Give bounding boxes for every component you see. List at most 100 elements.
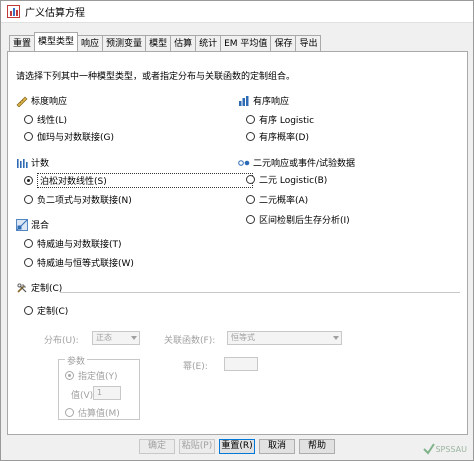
parameter-group-title: 参数: [65, 354, 88, 367]
mixture-icon: [16, 218, 28, 231]
count-bars-icon: [17, 158, 28, 168]
radio-custom-dot[interactable]: [24, 306, 33, 315]
binary-dots-icon: [238, 159, 250, 166]
radio-custom[interactable]: 定制(C): [24, 304, 68, 317]
tab-statistics[interactable]: 统计: [195, 35, 222, 51]
radio-ordinal-logistic[interactable]: 有序 Logistic: [246, 113, 314, 126]
radio-binary-logistic-dot[interactable]: [246, 175, 255, 184]
radio-tweedie-identity-label: 特威迪与恒等式联接(W): [37, 259, 134, 269]
ordinal-response-label: 有序响应: [253, 97, 290, 107]
radio-tweedie-identity[interactable]: 特威迪与恒等式联接(W): [24, 256, 134, 269]
radio-gamma-log-label: 伽玛与对数联接(G): [37, 133, 114, 143]
radio-ordinal-probit-dot[interactable]: [246, 132, 255, 141]
radio-custom-label: 定制(C): [37, 307, 69, 317]
link-function-value: 恒等式: [231, 333, 255, 342]
scale-response-heading: 标度响应: [16, 94, 67, 107]
distribution-select[interactable]: 正态: [92, 331, 140, 345]
radio-gamma-log[interactable]: 伽玛与对数联接(G): [24, 130, 114, 143]
radio-interval-censored[interactable]: 区间检剔后生存分析(I): [246, 213, 350, 226]
radio-linear-dot[interactable]: [24, 115, 33, 124]
radio-negbinomial-log-label: 负二项式与对数联接(N): [37, 196, 132, 206]
binary-label: 二元响应或事件/试验数据: [253, 159, 356, 169]
tab-model[interactable]: 模型: [145, 35, 172, 51]
ruler-icon: [16, 96, 28, 107]
watermark-text: SPSSAU: [435, 444, 467, 454]
button-bar: 确定 粘贴(P) 重置(R) 取消 帮助: [1, 439, 474, 455]
help-button[interactable]: 帮助: [299, 439, 335, 454]
radio-poisson-loglinear-dot[interactable]: [24, 176, 33, 185]
parameter-group: 参数 指定值(Y) 值(V): 1 估算值(M): [58, 354, 140, 420]
tab-save[interactable]: 保存: [270, 35, 297, 51]
instruction-text: 请选择下列其中一种模型类型，或者指定分布与关联函数的定制组合。: [16, 72, 296, 82]
radio-binary-probit-dot[interactable]: [246, 195, 255, 204]
bar-chart-icon: [239, 95, 249, 106]
window-title: 广义估算方程: [25, 8, 85, 19]
ordinal-response-heading: 有序响应: [238, 94, 289, 107]
radio-binary-probit-label: 二元概率(A): [259, 196, 309, 206]
custom-label: 定制(C): [31, 284, 63, 294]
radio-estimate-value[interactable]: 估算值(M): [65, 406, 120, 419]
radio-negbinomial-log-dot[interactable]: [24, 195, 33, 204]
reset-button[interactable]: 重置(R): [219, 439, 255, 454]
radio-ordinal-logistic-dot[interactable]: [246, 115, 255, 124]
tab-reset[interactable]: 重置: [9, 35, 36, 51]
counts-heading: 计数: [16, 156, 49, 169]
mixture-label: 混合: [31, 221, 50, 231]
tab-response[interactable]: 响应: [77, 35, 104, 51]
custom-divider: [60, 292, 460, 293]
tab-em-means[interactable]: EM 平均值: [220, 35, 272, 51]
tab-export[interactable]: 导出: [295, 35, 322, 51]
custom-heading: 定制(C): [16, 281, 62, 294]
radio-binary-logistic-label: 二元 Logistic(B): [259, 176, 328, 186]
link-function-select[interactable]: 恒等式: [227, 331, 342, 345]
radio-ordinal-probit-label: 有序概率(D): [259, 133, 309, 143]
tab-strip: 重置 模型类型 响应 预测变量 模型 估算 统计 EM 平均值 保存 导出: [9, 32, 322, 51]
paste-button[interactable]: 粘贴(P): [179, 439, 215, 454]
tab-predictors[interactable]: 预测变量: [102, 35, 147, 51]
radio-specify-value-dot[interactable]: [65, 371, 74, 380]
distribution-label: 分布(U):: [44, 336, 79, 346]
radio-specify-value-label: 指定值(Y): [78, 372, 118, 382]
radio-linear-label: 线性(L): [37, 116, 68, 126]
radio-ordinal-probit[interactable]: 有序概率(D): [246, 130, 309, 143]
radio-ordinal-logistic-label: 有序 Logistic: [259, 116, 315, 126]
tools-icon: [17, 282, 27, 293]
tab-estimation[interactable]: 估算: [170, 35, 197, 51]
counts-label: 计数: [31, 159, 50, 169]
checkmark-logo-icon: [423, 443, 436, 455]
tab-model-type[interactable]: 模型类型: [34, 32, 79, 51]
title-bar: 广义估算方程: [1, 1, 473, 23]
distribution-value: 正态: [96, 333, 112, 342]
watermark: SPSSAU: [423, 443, 467, 455]
radio-linear[interactable]: 线性(L): [24, 113, 67, 126]
scale-response-label: 标度响应: [31, 97, 68, 107]
model-type-panel: 请选择下列其中一种模型类型，或者指定分布与关联函数的定制组合。 标度响应 线性(…: [7, 51, 468, 435]
ok-button[interactable]: 确定: [139, 439, 175, 454]
radio-negbinomial-log[interactable]: 负二项式与对数联接(N): [24, 193, 132, 206]
radio-binary-logistic[interactable]: 二元 Logistic(B): [246, 173, 327, 186]
radio-tweedie-log[interactable]: 特威迪与对数联接(T): [24, 237, 122, 250]
link-function-label: 关联函数(F):: [164, 336, 216, 346]
radio-poisson-loglinear-label: 泊松对数线性(S): [37, 173, 253, 188]
chevron-down-icon: [131, 336, 137, 340]
chevron-down-icon: [333, 336, 339, 340]
radio-tweedie-log-dot[interactable]: [24, 239, 33, 248]
mixture-heading: 混合: [16, 218, 49, 231]
value-input[interactable]: 1: [93, 386, 121, 400]
radio-interval-censored-label: 区间检剔后生存分析(I): [259, 216, 350, 226]
radio-interval-censored-dot[interactable]: [246, 215, 255, 224]
radio-estimate-value-dot[interactable]: [65, 408, 74, 417]
radio-binary-probit[interactable]: 二元概率(A): [246, 193, 308, 206]
binary-heading: 二元响应或事件/试验数据: [238, 156, 355, 169]
power-label: 幂(E):: [183, 362, 208, 372]
cancel-button[interactable]: 取消: [259, 439, 295, 454]
radio-estimate-value-label: 估算值(M): [78, 409, 120, 419]
power-input[interactable]: [224, 357, 258, 371]
radio-tweedie-identity-dot[interactable]: [24, 258, 33, 267]
radio-specify-value[interactable]: 指定值(Y): [65, 369, 118, 382]
radio-poisson-loglinear[interactable]: 泊松对数线性(S): [24, 173, 253, 188]
value-text: 1: [97, 388, 103, 397]
radio-tweedie-log-label: 特威迪与对数联接(T): [37, 240, 122, 250]
dialog-window: 广义估算方程 重置 模型类型 响应 预测变量 模型 估算 统计 EM 平均值 保…: [0, 0, 474, 461]
radio-gamma-log-dot[interactable]: [24, 132, 33, 141]
